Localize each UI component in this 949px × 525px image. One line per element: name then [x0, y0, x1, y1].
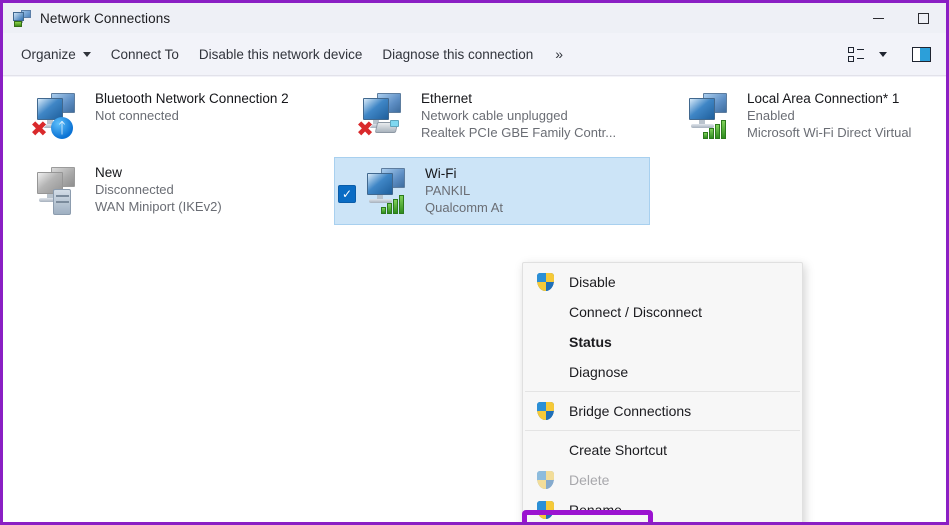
toolbar-item-connect-to[interactable]: Connect To: [101, 41, 189, 68]
menu-item-label: Delete: [569, 471, 609, 489]
toolbar-item-diagnose[interactable]: Diagnose this connection: [372, 41, 543, 68]
toolbar-right-group: [844, 33, 938, 76]
connection-adapter: Microsoft Wi-Fi Direct Virtual: [747, 124, 943, 141]
menu-item-diagnose[interactable]: Diagnose: [523, 357, 802, 387]
minimize-button[interactable]: [856, 3, 901, 33]
connection-item-local-area-1[interactable]: Local Area Connection* 1 Enabled Microso…: [675, 83, 946, 151]
menu-separator: [525, 391, 800, 392]
menu-item-label: Bridge Connections: [569, 402, 691, 420]
chevron-down-icon: [879, 52, 887, 57]
toolbar-item-label: Organize: [21, 47, 76, 62]
menu-item-label: Disable: [569, 273, 616, 291]
toolbar-item-label: Disable this network device: [199, 47, 363, 62]
window-title: Network Connections: [40, 11, 170, 26]
toolbar-overflow-button[interactable]: »: [543, 40, 574, 68]
menu-item-disable[interactable]: Disable: [523, 267, 802, 297]
selection-checkbox[interactable]: ✓: [338, 185, 356, 203]
toolbar-item-label: Diagnose this connection: [382, 47, 533, 62]
toolbar-item-organize[interactable]: Organize: [11, 41, 101, 68]
menu-item-status[interactable]: Status: [523, 327, 802, 357]
menu-separator: [525, 430, 800, 431]
connection-icon: ✖ ᛏ: [29, 89, 91, 147]
bluetooth-icon: ᛏ: [51, 117, 73, 139]
menu-item-delete: Delete: [523, 465, 802, 495]
preview-pane-icon[interactable]: [904, 42, 938, 68]
chevron-down-icon: [83, 52, 91, 57]
connection-text: New Disconnected WAN Miniport (IKEv2): [95, 163, 335, 215]
context-menu: Disable Connect / Disconnect Status Diag…: [522, 262, 803, 522]
view-options-icon[interactable]: [844, 42, 870, 68]
connection-icon: [359, 164, 421, 222]
rj45-cable-icon: [374, 119, 400, 137]
connections-grid: ✖ ᛏ Bluetooth Network Connection 2 Not c…: [3, 77, 946, 83]
menu-item-label: Diagnose: [569, 363, 628, 381]
network-connections-window: Network Connections Organize Connect To …: [0, 0, 949, 525]
menu-item-create-shortcut[interactable]: Create Shortcut: [523, 435, 802, 465]
connection-icon: ✖: [355, 89, 417, 147]
connection-status: Disconnected: [95, 181, 335, 198]
connection-adapter: Qualcomm At: [425, 199, 645, 216]
connection-icon: [29, 163, 91, 221]
maximize-button[interactable]: [901, 3, 946, 33]
menu-icon-placeholder: [535, 301, 557, 323]
connection-status: Enabled: [747, 107, 943, 124]
connection-text: Wi-Fi PANKIL Qualcomm At: [425, 164, 645, 216]
connection-text: Ethernet Network cable unplugged Realtek…: [421, 89, 661, 141]
server-icon: [53, 189, 71, 215]
connection-status: Not connected: [95, 107, 335, 124]
connection-adapter: WAN Miniport (IKEv2): [95, 198, 335, 215]
red-x-icon: ✖: [355, 119, 375, 139]
connection-item-wifi[interactable]: ✓ Wi-Fi PANKIL Qualcomm At: [334, 157, 650, 225]
connection-name: Bluetooth Network Connection 2: [95, 90, 335, 107]
menu-item-rename[interactable]: Rename: [523, 495, 802, 522]
connection-name: New: [95, 164, 335, 181]
uac-shield-icon: [535, 271, 557, 293]
network-connections-icon: [13, 9, 31, 27]
menu-item-connect-disconnect[interactable]: Connect / Disconnect: [523, 297, 802, 327]
menu-icon-placeholder: [535, 331, 557, 353]
connection-item-new[interactable]: New Disconnected WAN Miniport (IKEv2): [23, 157, 339, 225]
connection-item-ethernet[interactable]: ✖ Ethernet Network cable unplugged Realt…: [349, 83, 665, 151]
menu-item-label: Rename: [569, 501, 622, 519]
minimize-icon: [873, 18, 884, 19]
command-toolbar: Organize Connect To Disable this network…: [3, 33, 946, 76]
toolbar-item-label: Connect To: [111, 47, 179, 62]
title-bar: Network Connections: [3, 3, 946, 33]
view-options-dropdown-button[interactable]: [872, 42, 894, 68]
connection-text: Bluetooth Network Connection 2 Not conne…: [95, 89, 335, 124]
connection-item-bluetooth[interactable]: ✖ ᛏ Bluetooth Network Connection 2 Not c…: [23, 83, 339, 151]
connection-status: Network cable unplugged: [421, 107, 661, 124]
window-controls: [856, 3, 946, 33]
maximize-icon: [918, 13, 929, 24]
connection-name: Ethernet: [421, 90, 661, 107]
menu-icon-placeholder: [535, 361, 557, 383]
connection-status: PANKIL: [425, 182, 645, 199]
connection-adapter: Realtek PCIe GBE Family Contr...: [421, 124, 661, 141]
uac-shield-icon: [535, 499, 557, 521]
connection-name: Wi-Fi: [425, 165, 645, 182]
connection-text: Local Area Connection* 1 Enabled Microso…: [747, 89, 943, 141]
menu-item-label: Create Shortcut: [569, 441, 667, 459]
signal-bars-icon: [703, 117, 731, 139]
menu-item-label: Status: [569, 333, 612, 351]
uac-shield-icon: [535, 469, 557, 491]
red-x-icon: ✖: [29, 119, 49, 139]
menu-icon-placeholder: [535, 439, 557, 461]
connections-list-area: ✖ ᛏ Bluetooth Network Connection 2 Not c…: [3, 77, 946, 522]
toolbar-item-disable-device[interactable]: Disable this network device: [189, 41, 373, 68]
connection-icon: [681, 89, 743, 147]
uac-shield-icon: [535, 400, 557, 422]
connection-name: Local Area Connection* 1: [747, 90, 943, 107]
menu-item-label: Connect / Disconnect: [569, 303, 702, 321]
signal-bars-icon: [381, 192, 409, 214]
menu-item-bridge-connections[interactable]: Bridge Connections: [523, 396, 802, 426]
